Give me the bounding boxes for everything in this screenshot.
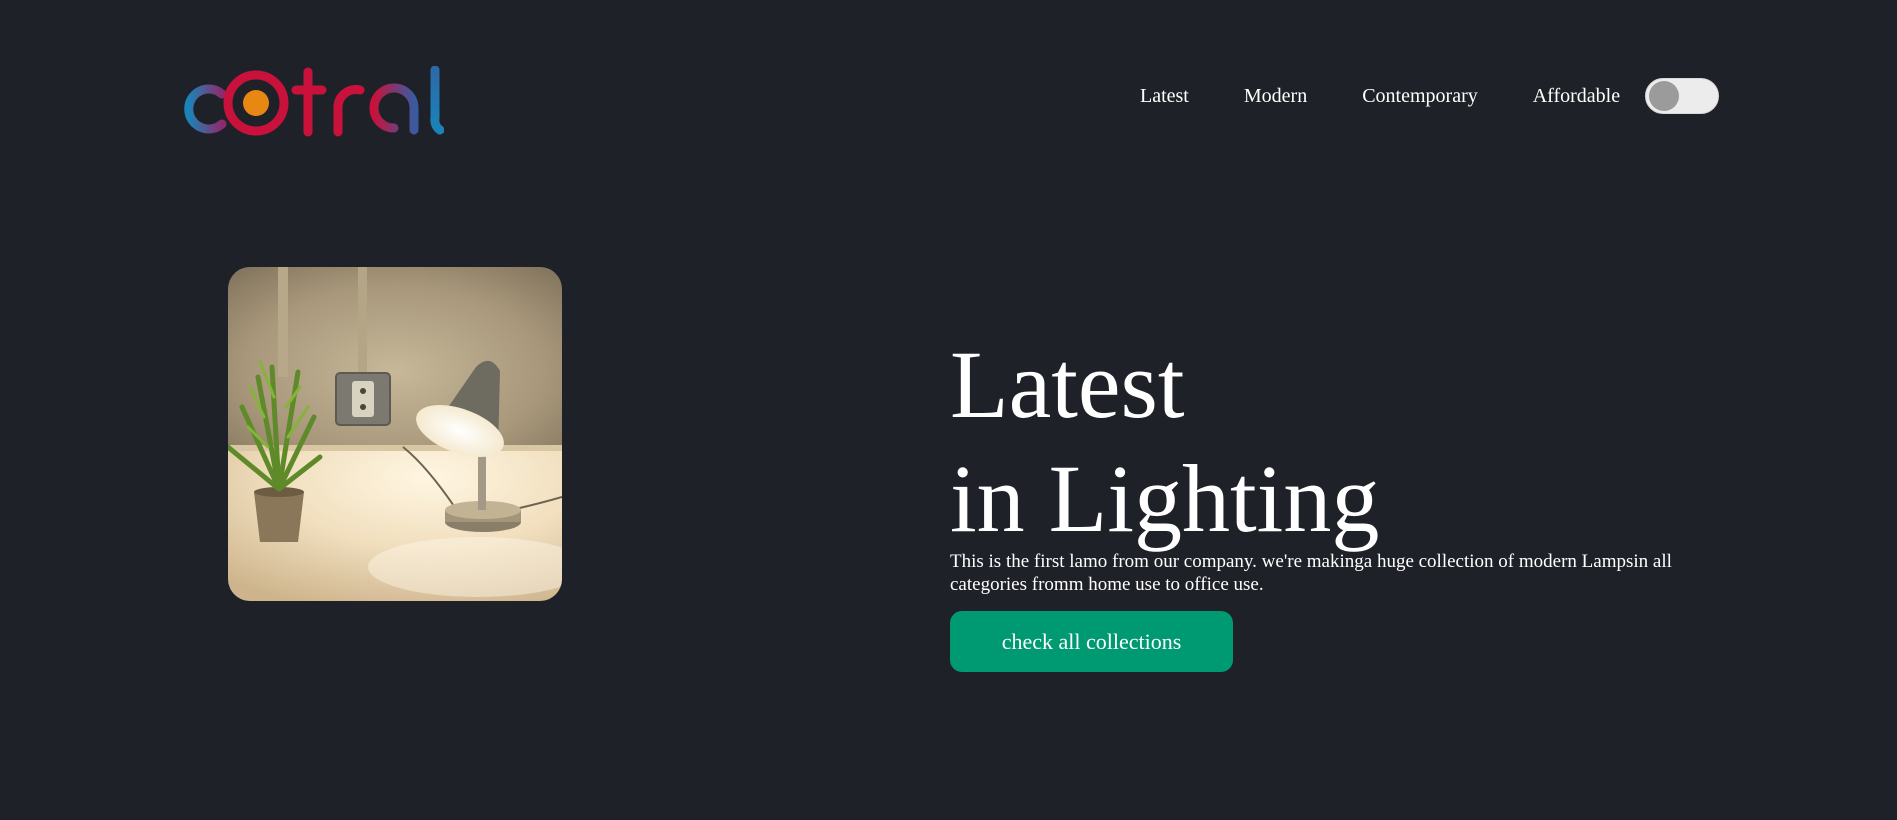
landing-page: Latest Modern Contemporary Affordable La…	[0, 0, 1897, 820]
toggle-knob	[1649, 81, 1680, 111]
brand-logo[interactable]	[178, 65, 445, 140]
nav-link-contemporary[interactable]: Contemporary	[1362, 78, 1478, 114]
hero-heading: Latest in Lighting	[950, 328, 1710, 556]
desk-lamp-photo	[228, 267, 562, 601]
cotral-logo-icon	[184, 65, 445, 137]
hero-description: This is the first lamo from our company.…	[950, 551, 1672, 595]
main-nav: Latest Modern Contemporary Affordable	[1140, 78, 1720, 114]
hero-content: Latest in Lighting This is the first lam…	[950, 328, 1710, 672]
nav-link-affordable[interactable]: Affordable	[1533, 78, 1620, 114]
nav-link-latest[interactable]: Latest	[1140, 78, 1189, 114]
hero-heading-line-2: in Lighting	[950, 445, 1380, 552]
hero-heading-line-1: Latest	[950, 331, 1185, 438]
check-all-collections-button[interactable]: check all collections	[950, 611, 1233, 672]
nav-link-modern[interactable]: Modern	[1244, 78, 1307, 114]
theme-toggle-switch[interactable]	[1645, 78, 1720, 114]
hero-image	[228, 267, 562, 601]
